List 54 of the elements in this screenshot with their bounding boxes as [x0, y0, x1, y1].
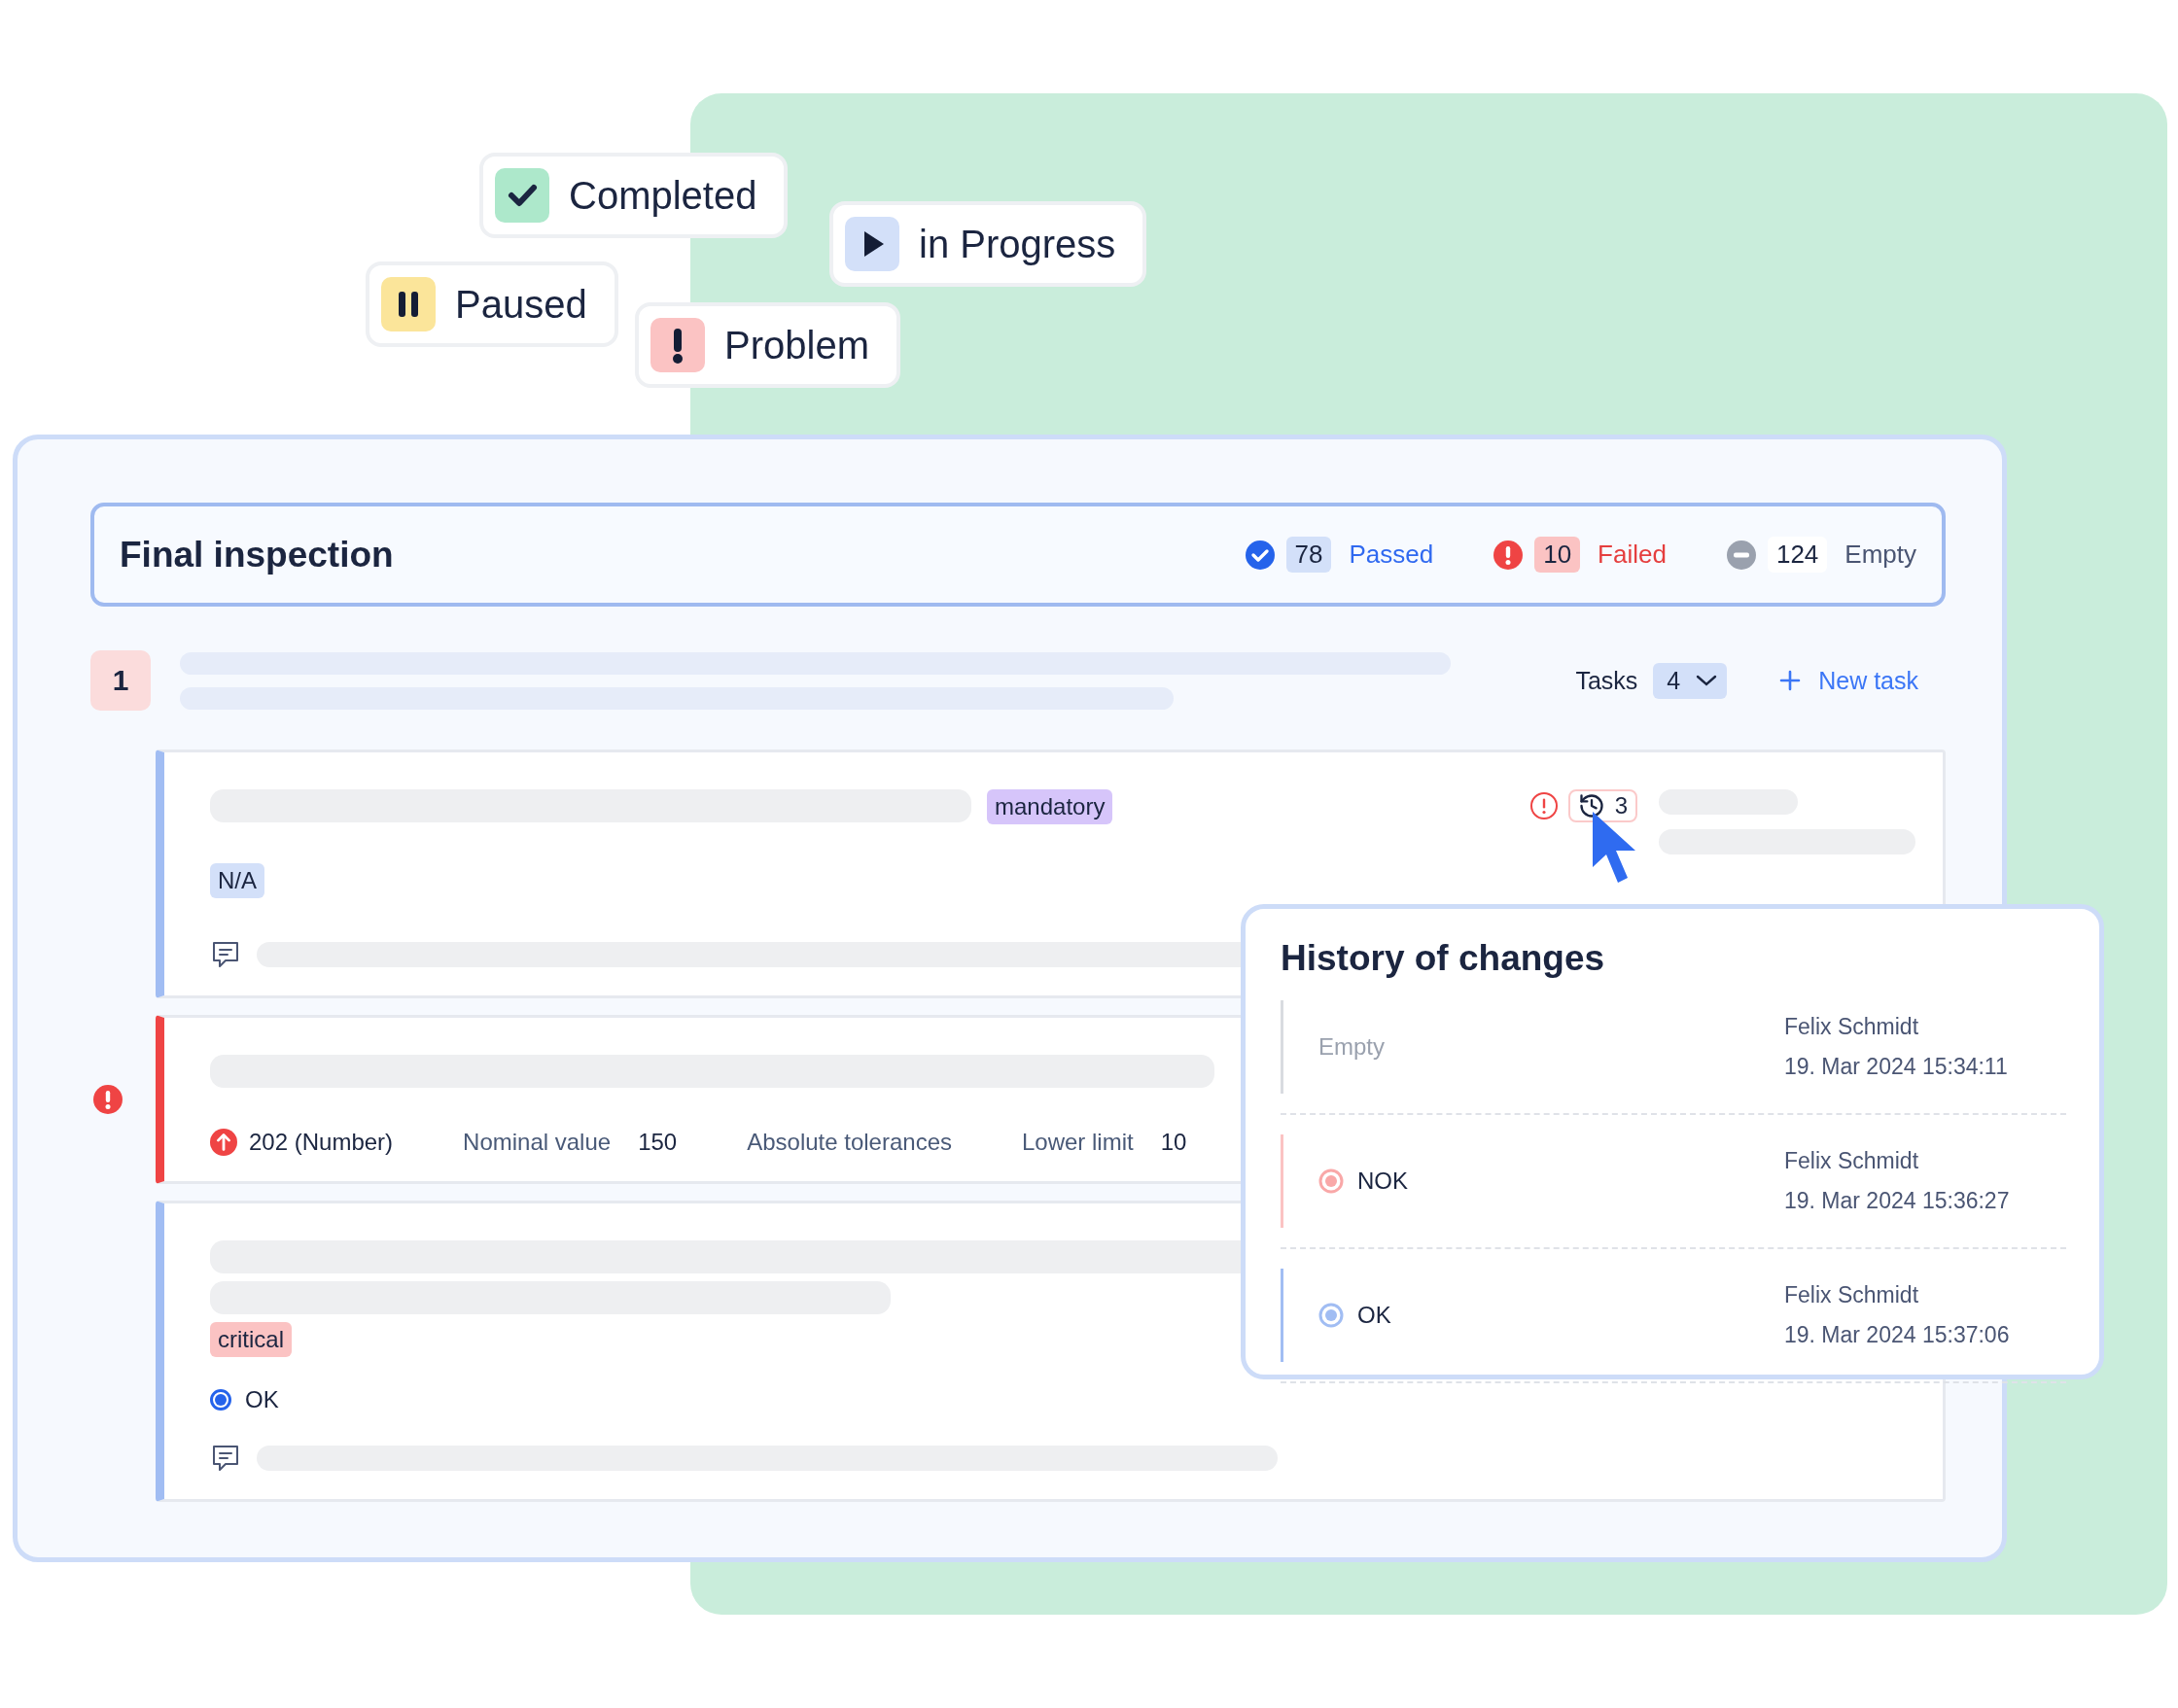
exclamation-icon [650, 318, 705, 372]
stat-label: Failed [1598, 540, 1667, 570]
stat-count: 10 [1534, 537, 1581, 573]
field-label: Lower limit [1022, 1129, 1134, 1156]
alert-icon [1528, 791, 1559, 820]
status-label: Paused [455, 282, 587, 327]
radio-label: OK [245, 1386, 279, 1413]
check-circle-icon [1245, 540, 1275, 570]
error-icon [93, 1085, 123, 1114]
error-icon [1493, 540, 1524, 570]
tasks-label: Tasks [1575, 666, 1638, 695]
new-task-button[interactable]: New task [1779, 666, 1918, 695]
entry-time: 19. Mar 2024 15:34:11 [1784, 1054, 2009, 1080]
status-label: Completed [569, 173, 757, 218]
inspection-title: Final inspection [120, 534, 394, 575]
field-value: 10 [1160, 1129, 1187, 1156]
chevron-down-icon [1696, 674, 1718, 687]
entry-value: Empty [1318, 1033, 1385, 1061]
stat-count: 124 [1767, 537, 1828, 573]
radio-button[interactable] [210, 1389, 231, 1411]
entry-time: 19. Mar 2024 15:37:06 [1784, 1322, 2011, 1348]
check-icon [495, 168, 549, 223]
tag: mandatory [987, 789, 1113, 824]
field-label: Nominal value [463, 1129, 612, 1156]
tasks-count-select[interactable]: 4 [1653, 662, 1728, 699]
entry-author: Felix Schmidt [1784, 1014, 1920, 1040]
minus-circle-icon [1726, 540, 1756, 570]
status-label: Problem [724, 323, 869, 367]
arrow-up-circle-icon [210, 1129, 237, 1156]
stat-label: Passed [1349, 540, 1434, 570]
entry-value: NOK [1357, 1168, 1408, 1195]
plus-icon [1779, 670, 1802, 691]
radio-dot-icon [1318, 1168, 1344, 1194]
measured-value: 202 (Number) [249, 1129, 394, 1156]
entry-author: Felix Schmidt [1784, 1282, 1920, 1308]
entry-time: 19. Mar 2024 15:36:27 [1784, 1188, 2011, 1214]
popup-title: History of changes [1281, 938, 1606, 979]
field-value: 150 [638, 1129, 678, 1156]
answer-chip[interactable]: N/A [210, 863, 264, 898]
entry-value: OK [1357, 1302, 1391, 1329]
comment-icon [210, 1443, 241, 1474]
stat-label: Empty [1844, 540, 1916, 570]
entry-author: Felix Schmidt [1784, 1148, 1920, 1174]
history-button[interactable]: 3 [1567, 789, 1637, 822]
play-icon [845, 217, 899, 271]
status-label: in Progress [919, 222, 1116, 266]
pause-icon [381, 277, 436, 331]
stat-count: 78 [1285, 537, 1332, 573]
section-number: 1 [90, 650, 151, 711]
comment-icon [210, 939, 241, 970]
history-icon [1577, 792, 1605, 819]
tag: critical [210, 1322, 292, 1357]
radio-dot-icon [1318, 1303, 1344, 1328]
field-label: Absolute tolerances [747, 1129, 952, 1156]
